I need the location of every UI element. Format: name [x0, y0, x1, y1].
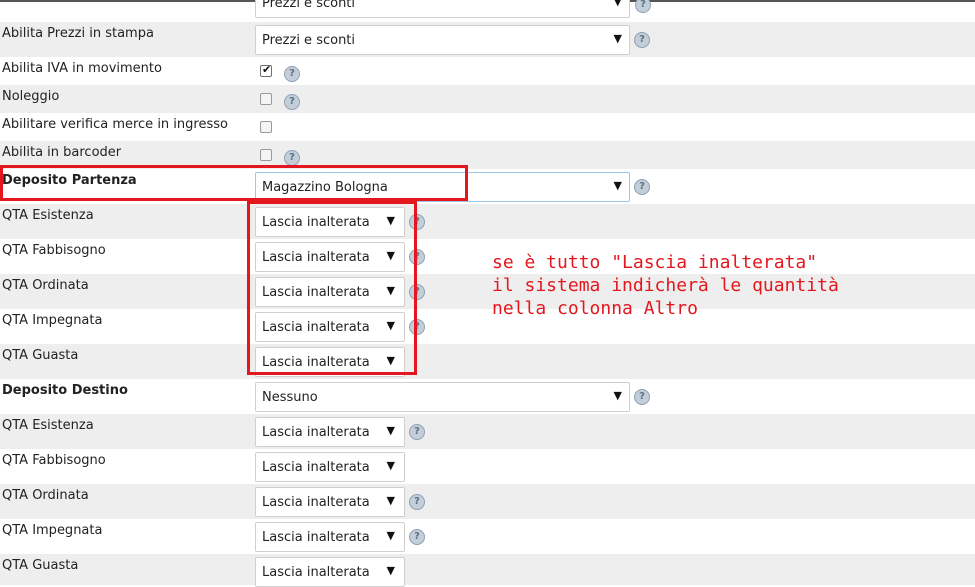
label-qta-guasta: QTA Guasta	[2, 558, 79, 573]
noleggio-checkbox[interactable]	[260, 93, 272, 105]
label-qta-fabbisogno: QTA Fabbisogno	[2, 453, 106, 468]
prezzi-stampa-value: Prezzi e sconti	[262, 33, 356, 48]
label-qta-ordinata: QTA Ordinata	[2, 488, 89, 503]
dropdown-arrow-icon: ▼	[386, 424, 395, 437]
destino-qta-fabbisogno-select[interactable]: Lascia inalterata ▼	[255, 452, 405, 482]
row-abilita-iva-movimento: Abilita IVA in movimento ✔ ?	[0, 57, 975, 85]
help-question-icon[interactable]: ?	[634, 389, 650, 405]
iva-movimento-checkbox[interactable]: ✔	[260, 63, 272, 77]
dropdown-arrow-icon: ▼	[386, 529, 395, 542]
row-partenza-qta-esistenza: QTA Esistenza Lascia inalterata ▼ ?	[0, 204, 975, 239]
row-destino-qta-guasta: QTA Guasta Lascia inalterata ▼	[0, 554, 975, 587]
annotation-note: se è tutto "Lascia inalterata" il sistem…	[492, 251, 839, 320]
select-value: Lascia inalterata	[262, 495, 370, 510]
select-value: Lascia inalterata	[262, 460, 370, 475]
dropdown-arrow-icon: ▼	[386, 494, 395, 507]
select-value: Lascia inalterata	[262, 565, 370, 580]
help-question-icon[interactable]: ?	[284, 94, 300, 110]
help-question-icon[interactable]: ?	[634, 179, 650, 195]
help-question-icon[interactable]: ?	[634, 32, 650, 48]
row-deposito-destino: Deposito Destino Nessuno ▼ ?	[0, 379, 975, 414]
destino-qta-ordinata-select[interactable]: Lascia inalterata ▼	[255, 487, 405, 517]
highlight-box-deposito-partenza	[0, 165, 468, 201]
top-select-value: Prezzi e sconti	[262, 0, 356, 11]
row-noleggio: Noleggio ?	[0, 85, 975, 113]
barcoder-checkbox[interactable]	[260, 149, 272, 161]
dropdown-arrow-icon: ▼	[613, 389, 622, 402]
dropdown-arrow-icon: ▼	[386, 564, 395, 577]
annotation-line-3: nella colonna Altro	[492, 298, 698, 319]
label-qta-impegnata: QTA Impegnata	[2, 313, 103, 328]
row-destino-qta-fabbisogno: QTA Fabbisogno Lascia inalterata ▼	[0, 449, 975, 484]
select-value: Lascia inalterata	[262, 425, 370, 440]
deposito-destino-value: Nessuno	[262, 390, 318, 405]
prezzi-stampa-select[interactable]: Prezzi e sconti ▼	[255, 25, 630, 55]
label-qta-guasta: QTA Guasta	[2, 348, 79, 363]
help-question-icon[interactable]: ?	[284, 66, 300, 82]
row-destino-qta-ordinata: QTA Ordinata Lascia inalterata ▼ ?	[0, 484, 975, 519]
destino-qta-impegnata-select[interactable]: Lascia inalterata ▼	[255, 522, 405, 552]
label-barcoder: Abilita in barcoder	[2, 145, 122, 160]
verifica-merce-checkbox[interactable]	[260, 121, 272, 133]
row-partial-top: Prezzi e sconti ▼ ?	[0, 0, 975, 22]
label-qta-impegnata: QTA Impegnata	[2, 523, 103, 538]
label-deposito-destino: Deposito Destino	[2, 383, 128, 398]
dropdown-arrow-icon: ▼	[386, 459, 395, 472]
help-question-icon[interactable]: ?	[409, 424, 425, 440]
annotation-line-1: se è tutto "Lascia inalterata"	[492, 252, 818, 273]
help-question-icon[interactable]: ?	[409, 494, 425, 510]
top-select[interactable]: Prezzi e sconti ▼	[255, 0, 630, 18]
dropdown-arrow-icon: ▼	[613, 32, 622, 45]
label-verifica-merce: Abilitare verifica merce in ingresso	[2, 117, 228, 132]
help-question-icon[interactable]: ?	[409, 529, 425, 545]
label-qta-esistenza: QTA Esistenza	[2, 418, 94, 433]
label-qta-fabbisogno: QTA Fabbisogno	[2, 243, 106, 258]
label-qta-ordinata: QTA Ordinata	[2, 278, 89, 293]
help-question-icon[interactable]: ?	[284, 150, 300, 166]
destino-qta-esistenza-select[interactable]: Lascia inalterata ▼	[255, 417, 405, 447]
label-qta-esistenza: QTA Esistenza	[2, 208, 94, 223]
row-verifica-merce: Abilitare verifica merce in ingresso	[0, 113, 975, 141]
help-question-icon[interactable]: ?	[635, 0, 651, 13]
dropdown-arrow-icon: ▼	[613, 179, 622, 192]
destino-qta-guasta-select[interactable]: Lascia inalterata ▼	[255, 557, 405, 587]
row-abilita-prezzi-stampa: Abilita Prezzi in stampa Prezzi e sconti…	[0, 22, 975, 57]
deposito-destino-select[interactable]: Nessuno ▼	[255, 382, 630, 412]
select-value: Lascia inalterata	[262, 530, 370, 545]
dropdown-arrow-icon: ▼	[613, 0, 622, 8]
label-abilita-iva-movimento: Abilita IVA in movimento	[2, 61, 162, 76]
highlight-box-partenza-qta	[247, 201, 417, 375]
label-noleggio: Noleggio	[2, 89, 60, 104]
checkmark-icon: ✔	[262, 63, 272, 76]
annotation-line-2: il sistema indicherà le quantità	[492, 275, 839, 296]
row-partenza-qta-guasta: QTA Guasta Lascia inalterata ▼	[0, 344, 975, 379]
row-destino-qta-impegnata: QTA Impegnata Lascia inalterata ▼ ?	[0, 519, 975, 554]
label-abilita-prezzi-stampa: Abilita Prezzi in stampa	[2, 26, 154, 41]
row-destino-qta-esistenza: QTA Esistenza Lascia inalterata ▼ ?	[0, 414, 975, 449]
